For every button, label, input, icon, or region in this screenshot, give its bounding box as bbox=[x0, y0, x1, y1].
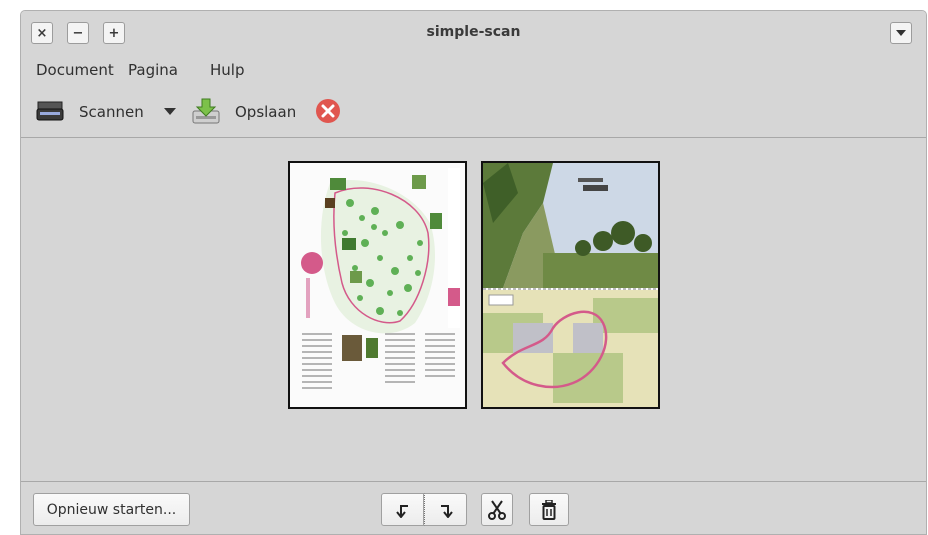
scan-label: Scannen bbox=[79, 103, 144, 121]
delete-button[interactable] bbox=[529, 493, 569, 526]
app-window: × − + simple-scan Document Pagina Hulp S… bbox=[20, 10, 927, 535]
scan-button[interactable]: Scannen bbox=[33, 95, 153, 127]
save-button[interactable]: Opslaan bbox=[191, 95, 301, 127]
rotate-left-icon bbox=[395, 504, 408, 518]
save-label: Opslaan bbox=[235, 103, 297, 121]
page-1-thumbnail bbox=[290, 163, 465, 407]
bottom-separator bbox=[21, 481, 926, 482]
menu-pagina[interactable]: Pagina bbox=[128, 61, 178, 79]
save-icon bbox=[192, 98, 220, 124]
pages-view bbox=[21, 138, 926, 481]
rotate-right-icon bbox=[440, 504, 453, 518]
rotate-left-button[interactable] bbox=[381, 493, 424, 526]
chevron-down-icon bbox=[896, 30, 906, 36]
menu-bar: Document Pagina Hulp bbox=[21, 55, 926, 81]
delete-icon bbox=[542, 499, 556, 520]
scanned-page-2[interactable] bbox=[481, 161, 660, 409]
menu-hulp[interactable]: Hulp bbox=[210, 61, 244, 79]
title-bar: × − + simple-scan bbox=[21, 11, 926, 53]
restart-button[interactable]: Opnieuw starten... bbox=[33, 493, 190, 526]
window-title: simple-scan bbox=[426, 24, 521, 40]
menu-document[interactable]: Document bbox=[36, 61, 114, 79]
dropdown-arrow-icon[interactable] bbox=[164, 108, 176, 116]
window-menu-button[interactable] bbox=[890, 22, 912, 44]
toolbar bbox=[21, 89, 926, 137]
crop-button[interactable] bbox=[481, 493, 513, 526]
scanned-page-1[interactable] bbox=[288, 161, 467, 409]
scanner-icon bbox=[36, 101, 64, 121]
restart-button-label: Opnieuw starten... bbox=[46, 501, 177, 518]
page-2-thumbnail bbox=[483, 163, 658, 407]
stop-icon[interactable] bbox=[314, 97, 342, 125]
crop-icon bbox=[488, 499, 506, 520]
rotate-right-button[interactable] bbox=[424, 493, 467, 526]
